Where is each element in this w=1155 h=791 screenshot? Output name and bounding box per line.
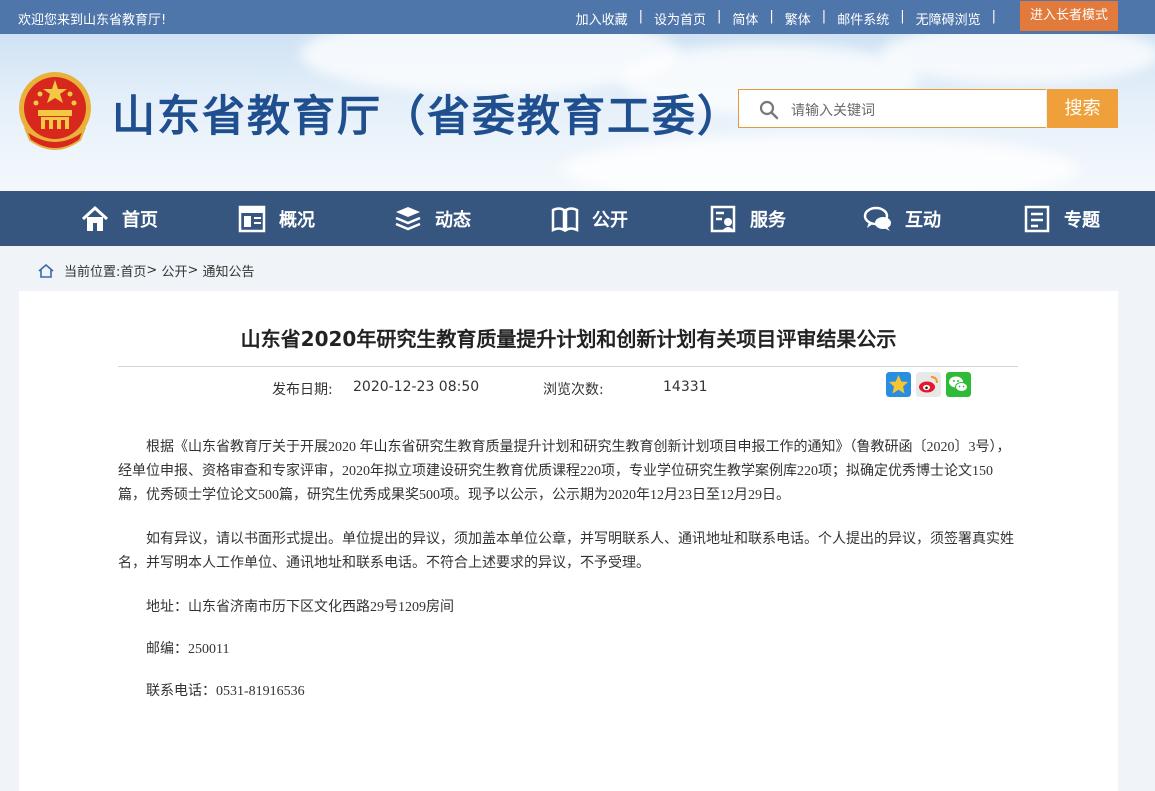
home-icon — [38, 263, 54, 278]
breadcrumb-notices[interactable]: 通知公告 — [202, 261, 254, 280]
publish-date: 2020-12-23 08:50 — [353, 379, 480, 395]
separator: | — [638, 9, 643, 24]
set-homepage-link[interactable]: 设为首页 — [654, 9, 706, 28]
simplified-chinese-link[interactable]: 简体 — [732, 9, 758, 28]
nav-label: 概况 — [279, 209, 315, 231]
weibo-share-icon[interactable] — [916, 372, 941, 397]
article-body: 根据《山东省教育厅关于开展2020 年山东省研究生教育质量提升计划和研究生教育创… — [118, 436, 1018, 722]
breadcrumb-home[interactable]: 首页 — [120, 261, 146, 280]
nav-item-overview[interactable]: 概况 — [237, 191, 315, 246]
paragraph: 如有异议，请以书面形式提出。单位提出的异议，须加盖本单位公章，并写明联系人、通讯… — [118, 532, 1014, 571]
paragraph: 根据《山东省教育厅关于开展2020 年山东省研究生教育质量提升计划和研究生教育创… — [118, 440, 1011, 503]
nav-item-topics[interactable]: 专题 — [1022, 191, 1100, 246]
views-label: 浏览次数: — [543, 382, 604, 398]
title-divider — [118, 366, 1018, 367]
wechat-share-icon[interactable] — [946, 372, 971, 397]
nav-item-home[interactable]: 首页 — [80, 191, 158, 246]
add-favorite-link[interactable]: 加入收藏 — [576, 9, 628, 28]
nav-label: 专题 — [1064, 209, 1100, 231]
postcode-line: 邮编：250011 — [146, 642, 230, 657]
elder-mode-button[interactable]: 进入长者模式 — [1020, 1, 1118, 31]
nav-item-interaction[interactable]: 互动 — [863, 191, 941, 246]
qzone-share-icon[interactable] — [886, 372, 911, 397]
top-utility-bar: 欢迎您来到山东省教育厅! 加入收藏 | 设为首页 | 简体 | 繁体 | 邮件系统 | 无… — [0, 0, 1155, 34]
nav-label: 动态 — [435, 209, 471, 231]
phone-line: 联系电话：0531-81916536 — [146, 684, 305, 699]
breadcrumb-label: 当前位置: — [64, 265, 121, 280]
header-banner: 山东省教育厅（省委教育工委） 搜索 — [0, 34, 1155, 191]
search-button[interactable]: 搜索 — [1047, 89, 1118, 128]
main-nav: 首页 概况 动态 公开 服务 互动 专题 — [0, 191, 1155, 246]
topic-icon — [1024, 205, 1050, 232]
nav-label: 服务 — [750, 209, 786, 231]
search-box — [738, 89, 1046, 128]
home-icon — [81, 205, 109, 231]
nav-label: 互动 — [905, 209, 941, 231]
news-icon — [395, 206, 421, 230]
views-count: 14331 — [663, 379, 708, 395]
mail-system-link[interactable]: 邮件系统 — [837, 9, 889, 28]
traditional-chinese-link[interactable]: 繁体 — [785, 9, 811, 28]
service-icon — [710, 205, 736, 232]
article-panel: 山东省2020年研究生教育质量提升计划和创新计划有关项目评审结果公示 发布日期:… — [19, 291, 1118, 791]
address-line: 地址：山东省济南市历下区文化西路29号1209房间 — [146, 600, 454, 615]
overview-icon — [238, 205, 266, 232]
separator: | — [991, 9, 996, 24]
separator: | — [769, 9, 774, 24]
welcome-text: 欢迎您来到山东省教育厅! — [18, 13, 167, 28]
nav-item-public[interactable]: 公开 — [550, 191, 628, 246]
breadcrumb-separator: > — [187, 263, 203, 278]
breadcrumb-public[interactable]: 公开 — [161, 261, 187, 280]
site-title: 山东省教育厅（省委教育工委） — [112, 92, 742, 142]
publish-date-label: 发布日期: — [272, 382, 333, 398]
accessibility-link[interactable]: 无障碍浏览 — [916, 9, 981, 28]
breadcrumb: 当前位置: 首页 > 公开 > 通知公告 — [38, 261, 255, 280]
nav-label: 首页 — [122, 209, 158, 231]
national-emblem-icon — [19, 72, 91, 150]
cloud-decoration — [880, 34, 1155, 84]
nav-item-news[interactable]: 动态 — [393, 191, 471, 246]
nav-item-service[interactable]: 服务 — [708, 191, 786, 246]
search-input[interactable] — [789, 98, 1033, 122]
separator: | — [716, 9, 722, 24]
article-title: 山东省2020年研究生教育质量提升计划和创新计划有关项目评审结果公示 — [240, 327, 897, 351]
breadcrumb-separator: > — [146, 263, 162, 278]
search-icon — [759, 100, 779, 120]
separator: | — [900, 9, 905, 24]
chat-icon — [863, 206, 891, 231]
separator: | — [821, 9, 827, 24]
top-links: 加入收藏 | 设为首页 | 简体 | 繁体 | 邮件系统 | 无障碍浏览 | — [576, 9, 1007, 28]
book-icon — [551, 206, 579, 232]
nav-label: 公开 — [592, 209, 628, 231]
